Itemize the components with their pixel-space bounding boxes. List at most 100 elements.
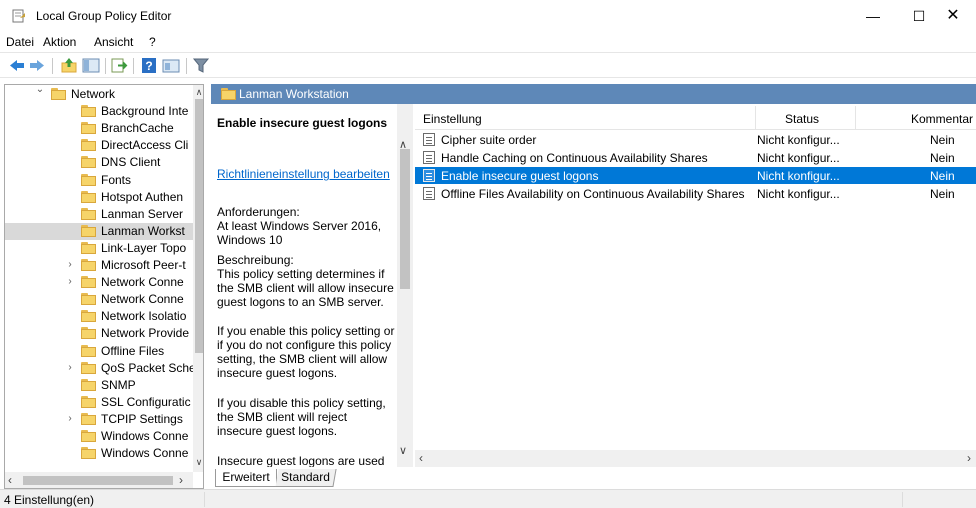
help-icon[interactable]: ? [140, 57, 158, 74]
scroll-up-icon[interactable]: ∧ [193, 85, 203, 99]
tree-item[interactable]: Windows Conne [5, 445, 193, 462]
policy-comment: Nein [930, 151, 955, 165]
tree-item-label: SNMP [101, 377, 136, 392]
tree-item-label: TCPIP Settings [101, 411, 183, 426]
tree-item[interactable]: › Network Conne [5, 274, 193, 291]
tree-item[interactable]: › Microsoft Peer-t [5, 257, 193, 274]
edit-policy-link[interactable]: Richtlinieneinstellung bearbeiten [217, 167, 390, 181]
scroll-thumb[interactable] [23, 476, 173, 485]
chevron-right-icon[interactable]: › [65, 413, 75, 424]
tree-item[interactable]: Network Conne [5, 291, 193, 308]
svg-text:?: ? [145, 59, 152, 73]
chevron-right-icon[interactable]: › [65, 362, 75, 373]
column-setting[interactable]: Einstellung [423, 112, 482, 126]
scroll-thumb[interactable] [195, 99, 203, 353]
folder-icon [81, 310, 96, 323]
menu-action[interactable]: Aktion [43, 35, 76, 49]
description-scrollbar[interactable]: ∧ ∨ [397, 104, 413, 467]
tree-vertical-scrollbar[interactable]: ∧ ∨ [193, 85, 203, 472]
tree-item[interactable]: Network Isolatio [5, 308, 193, 325]
tree-item[interactable]: SNMP [5, 377, 193, 394]
list-horizontal-scrollbar[interactable]: ‹ › [415, 450, 976, 467]
scroll-down-icon[interactable]: ∨ [399, 444, 407, 457]
tab-standard[interactable]: Standard [275, 469, 337, 487]
folder-icon [81, 293, 96, 306]
toolbar-separator [105, 58, 106, 74]
tree-item-label: Network [71, 87, 116, 101]
requirements-label: Anforderungen: [217, 205, 300, 219]
tree-item[interactable]: DNS Client [5, 154, 193, 171]
scroll-left-icon[interactable]: ‹ [419, 451, 423, 465]
column-divider[interactable] [755, 106, 756, 130]
chevron-down-icon[interactable]: ⌄ [35, 86, 45, 95]
tree-item[interactable]: Lanman Server [5, 206, 193, 223]
tree-item[interactable]: DirectAccess Cli [5, 137, 193, 154]
tree-item[interactable]: Background Inte [5, 103, 193, 120]
minimize-button[interactable]: — [850, 0, 896, 32]
policy-row[interactable]: Offline Files Availability on Continuous… [415, 185, 976, 202]
tree-item[interactable]: Lanman Workst [5, 222, 193, 240]
policy-row[interactable]: Enable insecure guest logons Nicht konfig… [415, 167, 976, 184]
export-list-icon[interactable] [110, 57, 128, 74]
folder-icon [81, 156, 96, 169]
up-folder-icon[interactable] [60, 57, 78, 74]
tree-item[interactable]: Network Provide [5, 325, 193, 342]
tree-item-label: Network Isolatio [101, 309, 187, 324]
tree-item[interactable]: BranchCache [5, 120, 193, 137]
menu-file[interactable]: Datei [6, 35, 34, 49]
tree-item[interactable]: Link-Layer Topo [5, 240, 193, 257]
tree-item[interactable]: › TCPIP Settings [5, 411, 193, 428]
close-button[interactable]: ✕ [930, 0, 976, 32]
policy-name: Enable insecure guest logons [441, 169, 599, 183]
tree-item[interactable]: Windows Conne [5, 428, 193, 445]
details-pane: Lanman Workstation Enable insecure guest… [211, 84, 976, 489]
description-panel: Enable insecure guest logons Richtlinien… [211, 104, 397, 467]
scroll-right-icon[interactable]: › [967, 451, 971, 465]
filter-icon[interactable] [192, 57, 210, 74]
scroll-thumb[interactable] [400, 149, 410, 289]
navigation-tree[interactable]: ⌄ Network Background Inte BranchCache Direct… [4, 84, 204, 489]
policy-row[interactable]: Handle Caching on Continuous Availabilit… [415, 149, 976, 166]
menu-help[interactable]: ? [149, 35, 156, 49]
column-comment[interactable]: Kommentar [911, 112, 973, 126]
tree-item-label: SSL Configuratic [101, 394, 191, 409]
folder-icon [81, 276, 96, 289]
tree-horizontal-scrollbar[interactable]: ‹ › [5, 472, 193, 488]
tab-extended[interactable]: Erweitert [215, 469, 277, 487]
scroll-right-icon[interactable]: › [179, 473, 183, 487]
status-bar: 4 Einstellung(en) [0, 489, 976, 508]
column-divider[interactable] [855, 106, 856, 130]
tree-item[interactable]: Hotspot Authen [5, 189, 193, 206]
menu-view[interactable]: Ansicht [94, 35, 133, 49]
toolbar-separator [52, 58, 53, 74]
column-status[interactable]: Status [785, 112, 819, 126]
folder-icon [81, 241, 96, 254]
chevron-right-icon[interactable]: › [65, 259, 75, 270]
scroll-down-icon[interactable]: ∨ [193, 455, 203, 469]
tree-item-label: Microsoft Peer-t [101, 258, 186, 272]
properties-icon[interactable] [162, 57, 180, 74]
tree-item[interactable]: Fonts [5, 172, 193, 189]
section-header: Lanman Workstation [211, 84, 976, 104]
status-text: 4 Einstellung(en) [4, 493, 95, 507]
folder-icon [51, 88, 66, 100]
settings-list: Einstellung Status Kommentar Cipher suit… [415, 104, 976, 467]
tree-item-label: Link-Layer Topo [101, 240, 187, 255]
chevron-right-icon[interactable]: › [65, 276, 75, 287]
tree-item[interactable]: SSL Configuratic [5, 394, 193, 411]
policy-setting-icon [423, 187, 435, 200]
show-hide-tree-icon[interactable] [82, 57, 100, 74]
forward-arrow-icon[interactable] [28, 57, 46, 74]
scroll-left-icon[interactable]: ‹ [8, 473, 12, 487]
folder-icon [81, 173, 96, 186]
tree-item[interactable]: Offline Files [5, 343, 193, 360]
status-divider [204, 492, 205, 507]
description-para-4: Insecure guest logons are used by file s… [217, 454, 385, 467]
description-para-1: This policy setting determines if the SM… [217, 267, 394, 309]
tree-item-label: Offline Files [101, 343, 165, 358]
toolbar-separator [133, 58, 134, 74]
back-arrow-icon[interactable] [8, 57, 26, 74]
tree-item[interactable]: › QoS Packet Sche [5, 360, 193, 377]
tree-item[interactable]: ⌄ Network [5, 86, 193, 103]
policy-row[interactable]: Cipher suite order Nicht konfigur... Nein [415, 131, 976, 148]
